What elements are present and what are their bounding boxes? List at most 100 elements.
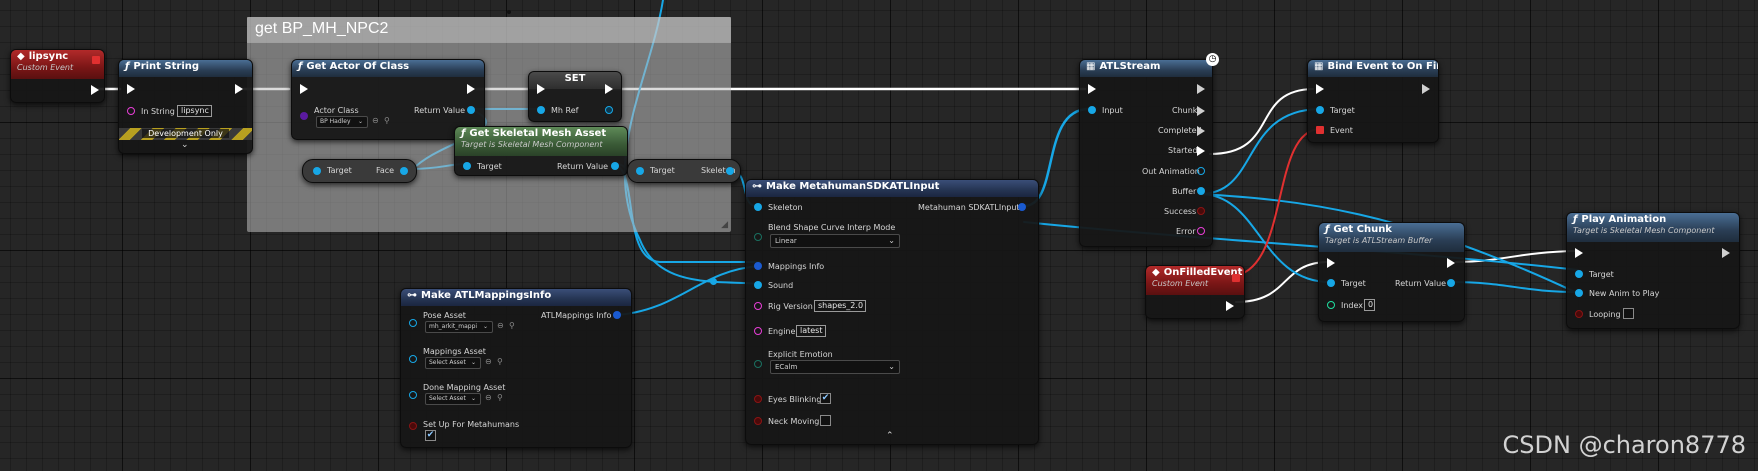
engine-pin[interactable] <box>754 327 762 335</box>
collapse-chevron-icon[interactable]: ⌃ <box>886 431 894 441</box>
exec-out-pin[interactable] <box>1226 301 1234 311</box>
input-pin[interactable] <box>1088 106 1096 114</box>
node-make-atl-mappings-info[interactable]: ⊶ Make ATLMappingsInfo Pose Asset mh_arki… <box>400 288 632 448</box>
target-pin[interactable] <box>313 167 321 175</box>
mh-ref-out-pin[interactable] <box>605 106 613 114</box>
return-value-pin[interactable] <box>1447 279 1455 287</box>
exec-in-pin[interactable] <box>1575 248 1583 258</box>
pose-asset-dropdown[interactable]: mh_arkit_mappi ⌄ <box>425 321 493 333</box>
comment-title[interactable]: get BP_MH_NPC2 <box>247 17 731 43</box>
node-face-getter[interactable]: Target Face <box>302 159 417 183</box>
output-pin[interactable] <box>613 311 621 319</box>
mh-ref-in-pin[interactable] <box>537 106 545 114</box>
in-string-field[interactable]: lipsync <box>177 105 212 117</box>
out-animation-pin[interactable] <box>1197 167 1205 175</box>
buffer-pin[interactable] <box>1197 187 1205 195</box>
exec-in-pin[interactable] <box>1327 258 1335 268</box>
mappings-info-pin[interactable] <box>754 262 762 270</box>
sound-pin[interactable] <box>754 281 762 289</box>
target-pin[interactable] <box>1575 270 1583 278</box>
skeleton-pin[interactable] <box>726 167 734 175</box>
actor-class-pin[interactable] <box>300 112 308 120</box>
exec-out-pin[interactable] <box>1722 248 1730 258</box>
browse-icon[interactable]: ⚲ <box>509 321 515 330</box>
blend-mode-pin[interactable] <box>754 233 762 241</box>
use-selected-icon[interactable]: ⊖ <box>372 116 379 125</box>
target-pin[interactable] <box>1327 279 1335 287</box>
chunk-exec-pin[interactable] <box>1197 106 1205 116</box>
node-play-animation[interactable]: ƒ Play Animation Target is Skeletal Mesh … <box>1566 212 1740 329</box>
browse-icon[interactable]: ⚲ <box>497 357 503 366</box>
target-pin[interactable] <box>463 162 471 170</box>
setup-for-metahumans-checkbox[interactable]: ✔ <box>425 430 436 441</box>
neck-moving-pin[interactable] <box>754 417 762 425</box>
eyes-blinking-checkbox[interactable]: ✔ <box>820 393 831 404</box>
engine-field[interactable]: latest <box>796 325 826 337</box>
node-bind-event-on-filled[interactable]: ▦Bind Event to On Filled Target Event <box>1307 59 1439 143</box>
done-mapping-asset-pin[interactable] <box>409 391 417 399</box>
use-selected-icon[interactable]: ⊖ <box>485 393 492 402</box>
new-anim-pin[interactable] <box>1575 289 1583 297</box>
exec-out-pin[interactable] <box>1447 258 1455 268</box>
pose-asset-pin[interactable] <box>409 319 417 327</box>
face-pin[interactable] <box>400 167 408 175</box>
index-field[interactable]: 0 <box>1364 299 1375 311</box>
eyes-blinking-pin[interactable] <box>754 395 762 403</box>
delegate-pin[interactable] <box>1232 274 1240 282</box>
exec-in-pin[interactable] <box>537 84 545 94</box>
browse-icon[interactable]: ⚲ <box>384 116 390 125</box>
exec-out-pin[interactable] <box>91 85 99 95</box>
explicit-emotion-dropdown[interactable]: ECalm ⌄ <box>770 360 900 374</box>
event-pin[interactable] <box>1316 126 1324 134</box>
exec-in-pin[interactable] <box>127 84 135 94</box>
reroute-knot[interactable] <box>710 278 717 285</box>
exec-out-pin[interactable] <box>1422 84 1430 94</box>
browse-icon[interactable]: ⚲ <box>497 393 503 402</box>
completed-exec-pin[interactable] <box>1197 126 1205 136</box>
node-atl-stream[interactable]: ▦ ATLStream Input Chunk Completed Started… <box>1079 59 1213 247</box>
node-make-metahuman-sdk-atl-input[interactable]: ⊶ Make MetahumanSDKATLInput Skeleton Meta… <box>745 179 1039 445</box>
use-selected-icon[interactable]: ⊖ <box>485 357 492 366</box>
exec-out-pin[interactable] <box>605 84 613 94</box>
mappings-asset-pin[interactable] <box>409 355 417 363</box>
node-lipsync[interactable]: ◆ lipsync Custom Event <box>10 49 105 103</box>
blend-mode-dropdown[interactable]: Linear ⌄ <box>770 234 900 248</box>
success-pin[interactable] <box>1197 207 1205 215</box>
looping-checkbox[interactable] <box>1623 308 1634 319</box>
exec-in-pin[interactable] <box>300 84 308 94</box>
node-skeleton-getter[interactable]: Target Skeleton <box>627 159 741 183</box>
node-on-filled-event[interactable]: ◆ OnFilledEvent Custom Event <box>1145 265 1245 319</box>
skeleton-pin[interactable] <box>754 203 762 211</box>
target-pin[interactable] <box>636 167 644 175</box>
return-value-pin[interactable] <box>611 162 619 170</box>
rig-version-field[interactable]: shapes_2.0 <box>814 300 866 312</box>
node-set[interactable]: SET Mh Ref <box>528 71 622 122</box>
setup-for-metahumans-pin[interactable] <box>409 422 417 430</box>
error-pin[interactable] <box>1197 227 1205 235</box>
use-selected-icon[interactable]: ⊖ <box>497 321 504 330</box>
done-mapping-asset-dropdown[interactable]: Select Asset ⌄ <box>425 393 481 405</box>
started-exec-pin[interactable] <box>1197 146 1205 156</box>
explicit-emotion-pin[interactable] <box>754 360 762 368</box>
index-pin[interactable] <box>1327 301 1335 309</box>
exec-out-pin[interactable] <box>1197 84 1205 94</box>
comment-resize-handle[interactable]: ◢ <box>721 220 728 230</box>
in-string-pin[interactable] <box>127 107 135 115</box>
return-value-pin[interactable] <box>467 106 475 114</box>
node-print-string[interactable]: ƒ Print String In String lipsync Developm… <box>118 59 253 154</box>
neck-moving-checkbox[interactable] <box>820 415 831 426</box>
exec-out-pin[interactable] <box>235 84 243 94</box>
exec-out-pin[interactable] <box>467 84 475 94</box>
target-pin[interactable] <box>1316 106 1324 114</box>
looping-pin[interactable] <box>1575 310 1583 318</box>
exec-in-pin[interactable] <box>1088 84 1096 94</box>
output-pin[interactable] <box>1018 203 1026 211</box>
exec-in-pin[interactable] <box>1316 84 1324 94</box>
delegate-pin[interactable] <box>92 56 100 64</box>
node-get-skeletal-mesh-asset[interactable]: ƒ Get Skeletal Mesh Asset Target is Skele… <box>454 126 628 176</box>
mappings-asset-dropdown[interactable]: Select Asset ⌄ <box>425 357 481 369</box>
rig-version-pin[interactable] <box>754 302 762 310</box>
node-get-chunk[interactable]: ƒ Get Chunk Target is ATLStream Buffer Ta… <box>1318 222 1465 322</box>
expand-chevron-icon[interactable]: ⌄ <box>181 140 189 150</box>
actor-class-dropdown[interactable]: BP Hadley ⌄ <box>316 116 368 128</box>
